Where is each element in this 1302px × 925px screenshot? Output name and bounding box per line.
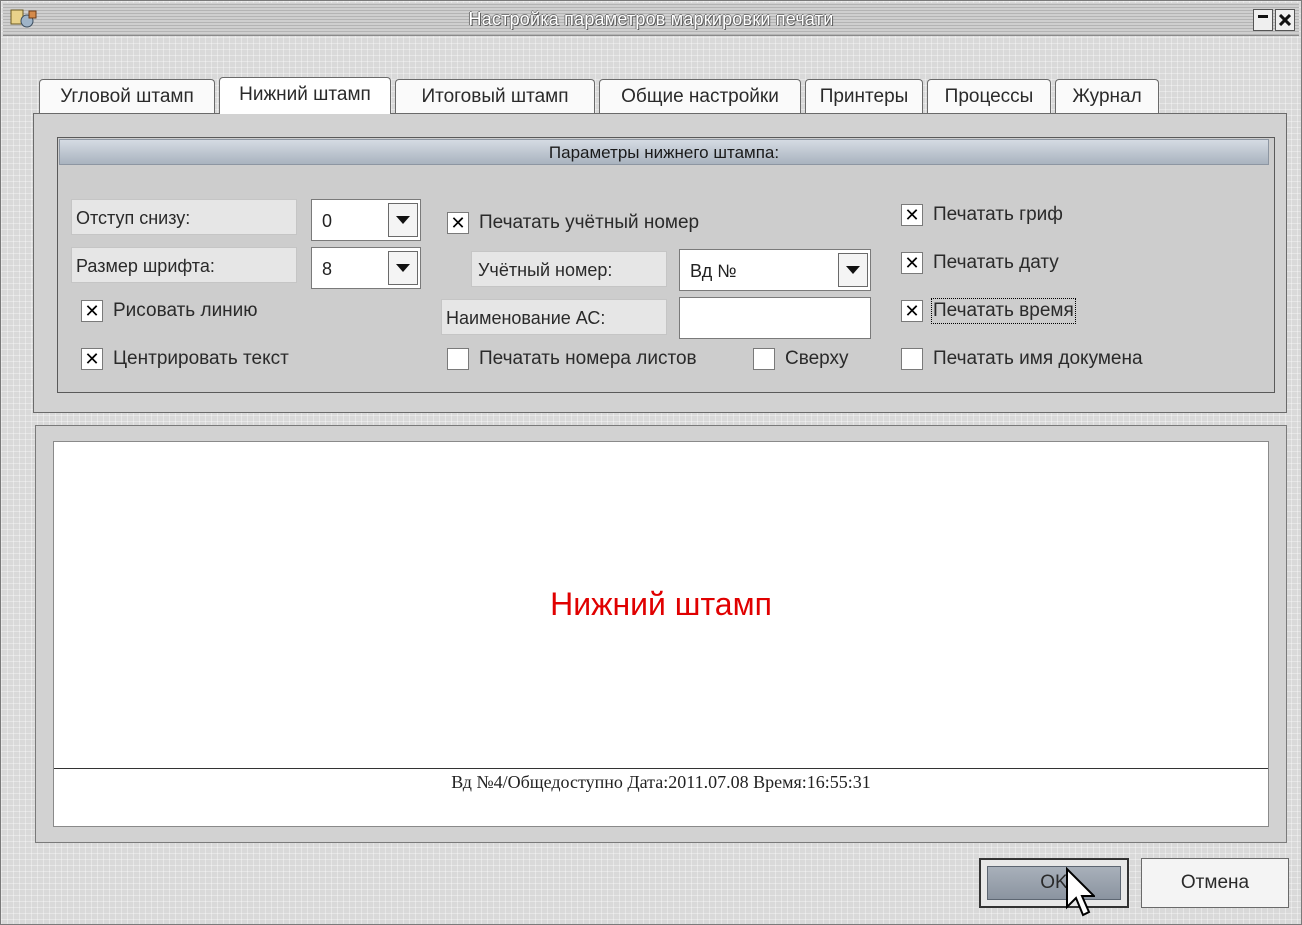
minimize-icon <box>1258 15 1268 18</box>
checkbox-box <box>447 348 469 370</box>
center-text-checkbox[interactable]: ✕ Центрировать текст <box>81 344 289 374</box>
print-date-label: Печатать дату <box>933 252 1059 273</box>
print-time-label: Печатать время <box>931 298 1076 324</box>
checkbox-box: ✕ <box>447 212 469 234</box>
as-name-input[interactable] <box>679 297 871 339</box>
chevron-down-icon <box>846 266 860 274</box>
offset-label: Отступ снизу: <box>71 199 297 235</box>
top-checkbox[interactable]: Сверху <box>753 344 849 374</box>
chevron-down-icon <box>396 264 410 272</box>
tab-bottom-stamp[interactable]: Нижний штамп <box>219 77 391 114</box>
print-doc-name-checkbox[interactable]: Печатать имя докумена <box>901 344 1143 374</box>
chevron-down-icon <box>396 216 410 224</box>
cancel-button[interactable]: Отмена <box>1141 858 1289 908</box>
mouse-pointer-icon <box>1066 867 1095 917</box>
tab-processes[interactable]: Процессы <box>927 79 1051 113</box>
font-size-label: Размер шрифта: <box>71 247 297 283</box>
account-number-label: Учётный номер: <box>471 251 667 287</box>
top-label: Сверху <box>785 348 849 369</box>
checkbox-box: ✕ <box>81 300 103 322</box>
print-date-checkbox[interactable]: ✕ Печатать дату <box>901 248 1059 278</box>
tab-general-settings[interactable]: Общие настройки <box>599 79 801 113</box>
offset-value: 0 <box>322 211 333 231</box>
checkbox-box: ✕ <box>901 252 923 274</box>
as-name-label: Наименование АС: <box>441 299 667 335</box>
font-size-dropdown-button[interactable] <box>388 251 418 285</box>
tab-summary-stamp[interactable]: Итоговый штамп <box>395 79 595 113</box>
account-number-select[interactable]: Вд № <box>679 249 871 291</box>
print-sheet-numbers-label: Печатать номера листов <box>479 348 697 369</box>
offset-select[interactable]: 0 <box>311 199 421 241</box>
draw-line-label: Рисовать линию <box>113 300 258 321</box>
window-title: Настройка параметров маркировки печати <box>468 9 834 29</box>
account-number-dropdown-button[interactable] <box>838 253 868 287</box>
checkbox-box: ✕ <box>81 348 103 370</box>
font-size-value: 8 <box>322 259 333 279</box>
title-bar[interactable]: Настройка параметров маркировки печати <box>3 3 1299 36</box>
minimize-button[interactable] <box>1253 9 1273 31</box>
print-account-number-label: Печатать учётный номер <box>479 212 700 233</box>
print-stamp-label: Печатать гриф <box>933 204 1063 225</box>
print-sheet-numbers-checkbox[interactable]: Печатать номера листов <box>447 344 697 374</box>
checkbox-box: ✕ <box>901 204 923 226</box>
ok-button-label: OK <box>987 866 1121 900</box>
ok-button[interactable]: OK <box>979 858 1129 908</box>
stamp-preview: Нижний штамп Вд №4/Общедоступно Дата:201… <box>53 441 1269 827</box>
tab-log[interactable]: Журнал <box>1055 79 1159 113</box>
preview-footer-text: Вд №4/Общедоступно Дата:2011.07.08 Время… <box>451 772 871 792</box>
offset-dropdown-button[interactable] <box>388 203 418 237</box>
close-icon <box>1279 14 1291 26</box>
tab-corner-stamp[interactable]: Угловой штамп <box>39 79 215 113</box>
checkbox-box <box>753 348 775 370</box>
close-button[interactable] <box>1275 9 1295 31</box>
preview-divider <box>54 768 1268 769</box>
preview-title: Нижний штамп <box>550 586 772 622</box>
checkbox-box: ✕ <box>901 300 923 322</box>
settings-dialog: Настройка параметров маркировки печати У… <box>0 0 1302 925</box>
group-title: Параметры нижнего штампа: <box>59 139 1269 165</box>
draw-line-checkbox[interactable]: ✕ Рисовать линию <box>81 296 258 326</box>
checkbox-box <box>901 348 923 370</box>
print-doc-name-label: Печатать имя докумена <box>933 348 1143 369</box>
center-text-label: Центрировать текст <box>113 348 289 369</box>
font-size-select[interactable]: 8 <box>311 247 421 289</box>
print-account-number-checkbox[interactable]: ✕ Печатать учётный номер <box>447 208 699 238</box>
account-number-value: Вд № <box>690 261 737 281</box>
print-time-checkbox[interactable]: ✕ Печатать время <box>901 296 1076 326</box>
tab-printers[interactable]: Принтеры <box>805 79 923 113</box>
print-stamp-checkbox[interactable]: ✕ Печатать гриф <box>901 200 1063 230</box>
